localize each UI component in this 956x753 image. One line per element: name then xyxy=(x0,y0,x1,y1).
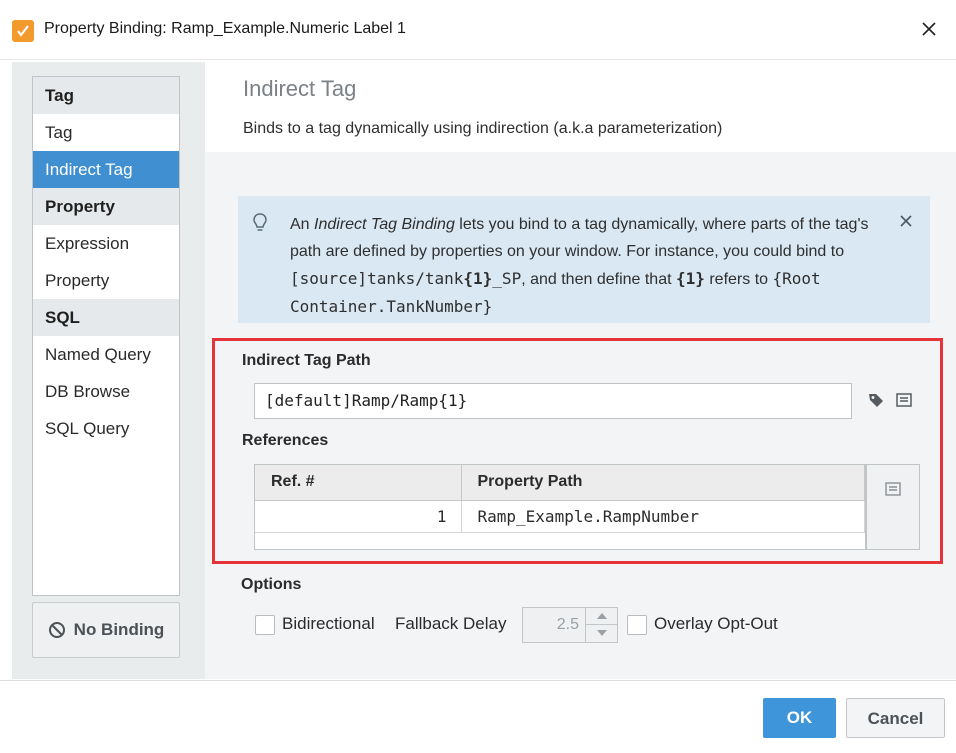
table-row[interactable]: 1 Ramp_Example.RampNumber xyxy=(255,500,865,533)
binding-config-area: An Indirect Tag Binding lets you bind to… xyxy=(205,152,956,679)
references-table: Ref. # Property Path 1 Ramp_Example.Ramp… xyxy=(254,464,866,550)
nav-item-indirect-tag[interactable]: Indirect Tag xyxy=(33,151,179,188)
spinner-down-icon[interactable] xyxy=(586,625,618,642)
nav-item-tag[interactable]: Tag xyxy=(33,114,179,151)
ref-number-cell[interactable]: 1 xyxy=(255,500,462,533)
tag-browse-icon[interactable] xyxy=(867,391,885,414)
nav-item-property[interactable]: Property xyxy=(33,262,179,299)
ok-button[interactable]: OK xyxy=(763,698,836,738)
cancel-button[interactable]: Cancel xyxy=(846,698,945,738)
app-icon xyxy=(12,20,34,42)
column-header-property-path[interactable]: Property Path xyxy=(461,465,865,501)
overlay-opt-out-label: Overlay Opt-Out xyxy=(654,614,778,633)
close-info-icon[interactable] xyxy=(895,210,917,232)
column-header-ref-number[interactable]: Ref. # xyxy=(255,465,462,501)
nav-item-sql-query[interactable]: SQL Query xyxy=(33,410,179,447)
nav-header-tag: Tag xyxy=(33,77,179,114)
overlay-opt-out-checkbox[interactable] xyxy=(627,615,647,635)
edit-list-icon[interactable] xyxy=(895,391,913,414)
bidirectional-checkbox[interactable] xyxy=(255,615,275,635)
references-label: References xyxy=(242,432,329,449)
no-binding-label: No Binding xyxy=(73,620,165,639)
fallback-delay-label: Fallback Delay xyxy=(395,614,507,633)
nav-item-expression[interactable]: Expression xyxy=(33,225,179,262)
nav-item-named-query[interactable]: Named Query xyxy=(33,336,179,373)
no-binding-button[interactable]: No Binding xyxy=(32,602,180,658)
info-banner: An Indirect Tag Binding lets you bind to… xyxy=(238,196,930,323)
info-text: An Indirect Tag Binding lets you bind to… xyxy=(290,216,869,316)
indirect-tag-section: Indirect Tag Path [default]Ramp/Ramp{1} … xyxy=(212,338,943,564)
nav-header-sql: SQL xyxy=(33,299,179,336)
spinner-buttons xyxy=(585,608,618,642)
fallback-delay-spinner[interactable]: 2.5 xyxy=(522,607,618,643)
prohibited-icon xyxy=(48,621,66,639)
close-icon[interactable] xyxy=(914,14,944,44)
references-edit-button[interactable] xyxy=(866,464,920,550)
indirect-tag-path-label: Indirect Tag Path xyxy=(242,352,371,369)
title-bar: Property Binding: Ramp_Example.Numeric L… xyxy=(0,0,956,60)
binding-type-panel: Tag Tag Indirect Tag Property Expression… xyxy=(12,62,205,679)
window-title: Property Binding: Ramp_Example.Numeric L… xyxy=(44,20,406,37)
fallback-delay-value[interactable]: 2.5 xyxy=(523,608,585,642)
indirect-tag-path-input[interactable]: [default]Ramp/Ramp{1} xyxy=(254,383,852,419)
dialog-footer: OK Cancel xyxy=(0,680,956,753)
edit-list-icon xyxy=(885,482,901,496)
property-path-cell[interactable]: Ramp_Example.RampNumber xyxy=(461,500,865,533)
binding-title: Indirect Tag xyxy=(243,76,357,101)
spinner-up-icon[interactable] xyxy=(586,608,618,625)
bidirectional-label: Bidirectional xyxy=(282,614,375,633)
binding-type-list: Tag Tag Indirect Tag Property Expression… xyxy=(32,76,180,596)
binding-header: Indirect Tag Binds to a tag dynamically … xyxy=(205,62,956,152)
binding-description: Binds to a tag dynamically using indirec… xyxy=(243,120,723,137)
options-label: Options xyxy=(241,576,302,593)
nav-item-db-browse[interactable]: DB Browse xyxy=(33,373,179,410)
nav-header-property: Property xyxy=(33,188,179,225)
lightbulb-icon xyxy=(252,212,268,239)
